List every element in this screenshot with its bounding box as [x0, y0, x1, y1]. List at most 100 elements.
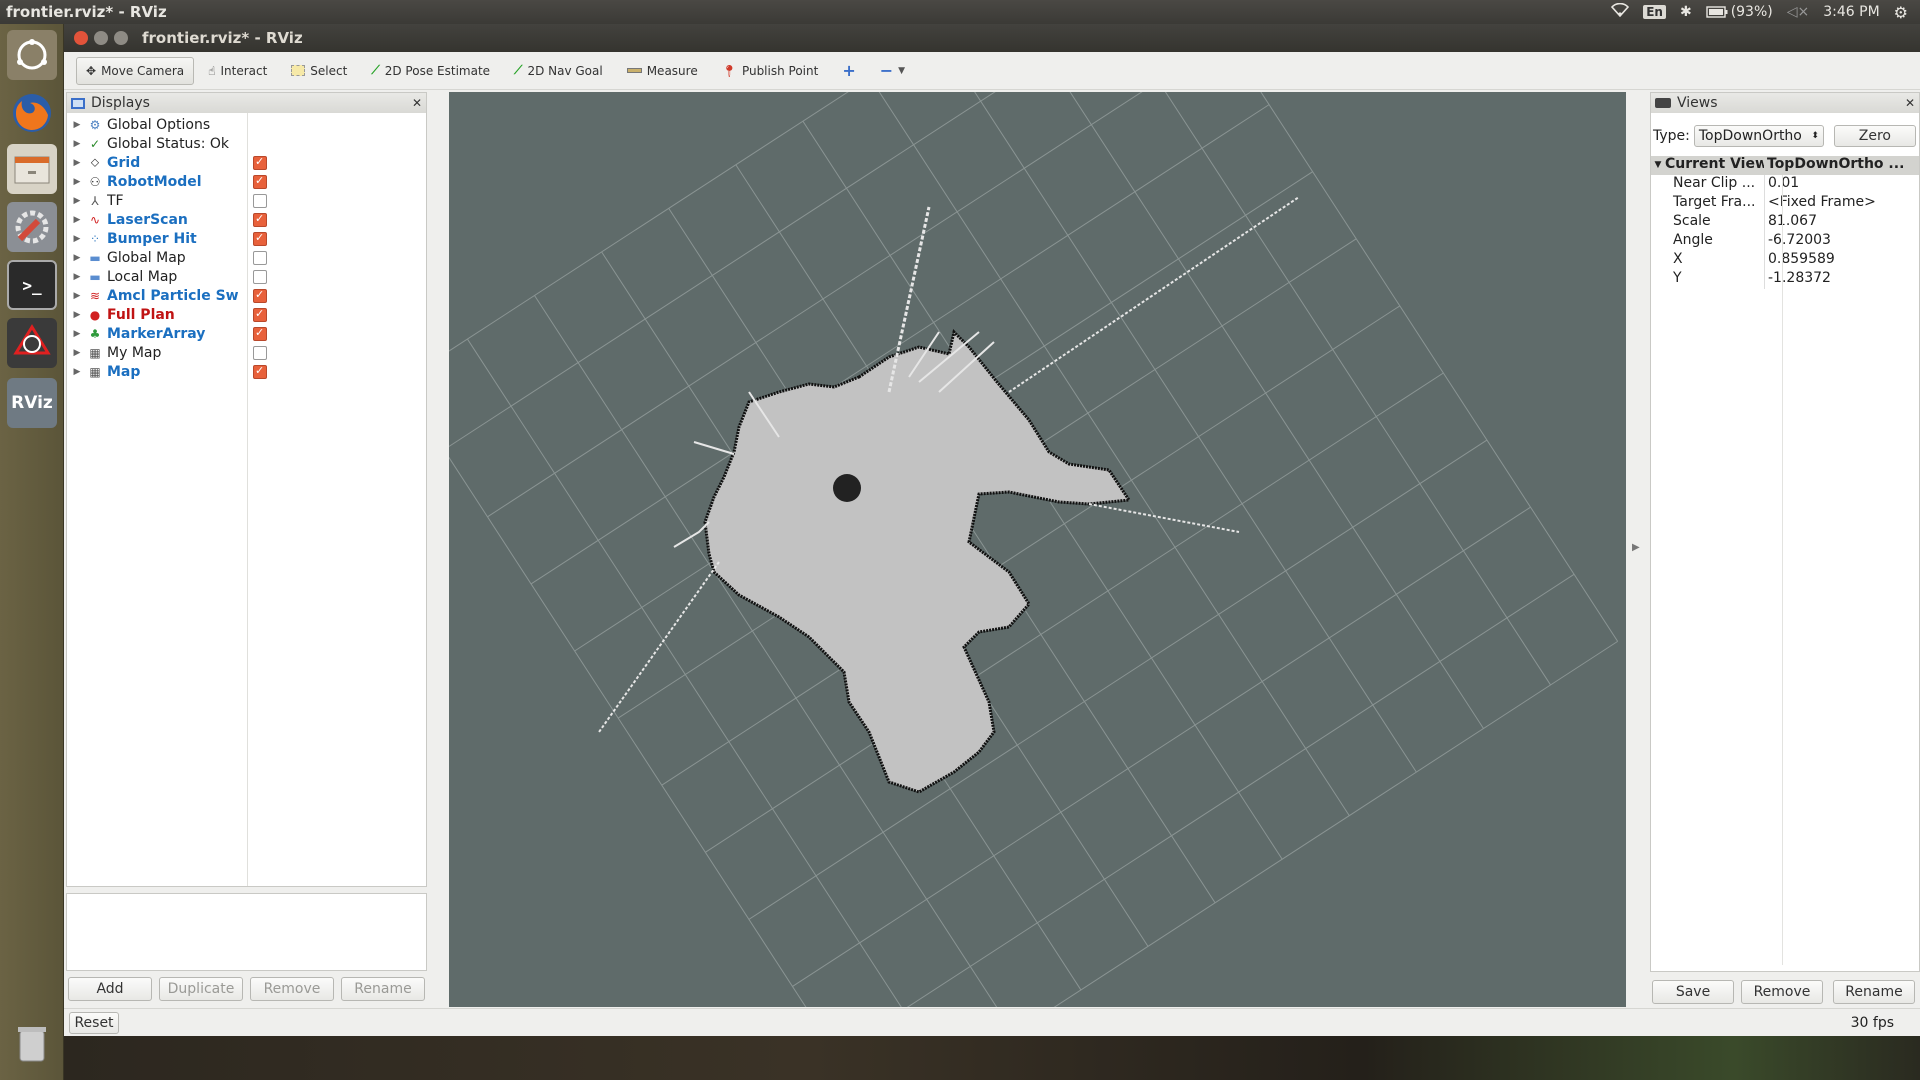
display-enable-checkbox[interactable]: [253, 270, 267, 284]
close-window-button[interactable]: [74, 31, 88, 45]
property-value[interactable]: -6.72003: [1764, 232, 1919, 251]
window-title: frontier.rviz* - RViz: [142, 29, 303, 47]
expand-arrow-icon[interactable]: ▶: [71, 215, 83, 225]
pose-estimate-tool[interactable]: ⟋ 2D Pose Estimate: [361, 56, 500, 85]
render-viewport[interactable]: ◀: [449, 92, 1626, 1007]
publish-point-tool[interactable]: 📍︎ Publish Point: [712, 57, 829, 85]
property-value[interactable]: -1.28372: [1764, 270, 1919, 289]
file-manager-icon[interactable]: [7, 144, 57, 194]
grid-line: [1260, 92, 1619, 642]
expand-arrow-icon[interactable]: ▶: [71, 158, 83, 168]
display-item-global-map[interactable]: ▶ ▬ Global Map: [67, 248, 426, 267]
wifi-icon[interactable]: [1611, 2, 1630, 21]
view-property-row[interactable]: Target Fra... <Fixed Frame>: [1651, 194, 1919, 213]
display-item-amcl-particle-sw[interactable]: ▶ ≋ Amcl Particle Sw...: [67, 286, 426, 305]
expand-arrow-icon[interactable]: ▼: [1651, 156, 1665, 175]
display-enable-checkbox[interactable]: [253, 155, 267, 170]
display-enable-checkbox[interactable]: [253, 326, 267, 341]
display-enable-checkbox[interactable]: [253, 364, 267, 379]
expand-arrow-icon[interactable]: ▶: [71, 348, 83, 358]
close-panel-icon[interactable]: ✕: [412, 96, 422, 110]
minimize-window-button[interactable]: [94, 31, 108, 45]
ros-app-icon[interactable]: [7, 318, 57, 368]
volume-muted-icon[interactable]: ◁×: [1787, 4, 1810, 20]
display-item-full-plan[interactable]: ▶ ● Full Plan: [67, 305, 426, 324]
display-item-global-options[interactable]: ▶ ⚙ Global Options: [67, 115, 426, 134]
property-value[interactable]: 81.067: [1764, 213, 1919, 232]
property-value[interactable]: <Fixed Frame>: [1764, 194, 1919, 213]
expand-arrow-icon[interactable]: ▶: [71, 139, 83, 149]
settings-gear-icon[interactable]: ⚙: [1894, 3, 1908, 22]
rename-display-button[interactable]: Rename: [341, 977, 425, 1001]
select-tool[interactable]: Select: [281, 57, 357, 85]
display-item-global-status-ok[interactable]: ▶ ✓ Global Status: Ok: [67, 134, 426, 153]
display-item-grid[interactable]: ▶ ⬦ Grid: [67, 153, 426, 172]
display-enable-checkbox[interactable]: [253, 174, 267, 189]
display-item-bumper-hit[interactable]: ▶ ⁘ Bumper Hit: [67, 229, 426, 248]
trash-icon[interactable]: [7, 1018, 57, 1068]
display-item-local-map[interactable]: ▶ ▬ Local Map: [67, 267, 426, 286]
right-collapse-arrow-icon[interactable]: ▶: [1632, 542, 1640, 553]
expand-arrow-icon[interactable]: ▶: [71, 329, 83, 339]
interact-tool[interactable]: ☝ Interact: [198, 57, 277, 85]
display-enable-checkbox[interactable]: [253, 251, 267, 265]
rename-view-button[interactable]: Rename: [1833, 980, 1915, 1004]
reset-button[interactable]: Reset: [69, 1012, 119, 1034]
expand-arrow-icon[interactable]: ▶: [71, 234, 83, 244]
expand-arrow-icon[interactable]: ▶: [71, 367, 83, 377]
remove-display-button[interactable]: Remove: [250, 977, 334, 1001]
display-enable-checkbox[interactable]: [253, 288, 267, 303]
maximize-window-button[interactable]: [114, 31, 128, 45]
display-item-markerarray[interactable]: ▶ ♣ MarkerArray: [67, 324, 426, 343]
display-item-tf[interactable]: ▶ ⅄ TF: [67, 191, 426, 210]
view-property-row[interactable]: X 0.859589: [1651, 251, 1919, 270]
view-property-row[interactable]: Near Clip ... 0.01: [1651, 175, 1919, 194]
remove-tool-button[interactable]: − ▼: [870, 54, 915, 87]
display-enable-checkbox[interactable]: [253, 346, 267, 360]
battery-indicator[interactable]: (93%): [1705, 4, 1773, 20]
close-panel-icon[interactable]: ✕: [1905, 96, 1915, 110]
display-item-laserscan[interactable]: ▶ ∿ LaserScan: [67, 210, 426, 229]
zero-view-button[interactable]: Zero: [1833, 125, 1916, 147]
save-view-button[interactable]: Save: [1652, 980, 1734, 1004]
expand-arrow-icon[interactable]: ▶: [71, 253, 83, 263]
clock[interactable]: 3:46 PM: [1823, 4, 1879, 20]
firefox-icon[interactable]: [7, 88, 57, 138]
bluetooth-icon[interactable]: ✱: [1680, 4, 1692, 20]
view-property-row[interactable]: Y -1.28372: [1651, 270, 1919, 289]
expand-arrow-icon[interactable]: ▶: [71, 272, 83, 282]
expand-arrow-icon[interactable]: ▶: [71, 291, 83, 301]
display-enable-checkbox[interactable]: [253, 231, 267, 246]
display-enable-checkbox[interactable]: [253, 194, 267, 208]
display-item-robotmodel[interactable]: ▶ ⚇ RobotModel: [67, 172, 426, 191]
remove-view-button[interactable]: Remove: [1741, 980, 1823, 1004]
add-display-button[interactable]: Add: [68, 977, 152, 1001]
expand-arrow-icon[interactable]: ▶: [71, 310, 83, 320]
display-item-my-map[interactable]: ▶ ▦ My Map: [67, 343, 426, 362]
property-value[interactable]: 0.859589: [1764, 251, 1919, 270]
expand-arrow-icon[interactable]: ▶: [71, 196, 83, 206]
system-settings-icon[interactable]: [7, 202, 57, 252]
move-camera-tool[interactable]: ✥ Move Camera: [76, 56, 195, 85]
display-enable-checkbox[interactable]: [253, 307, 267, 322]
expand-arrow-icon[interactable]: ▶: [71, 177, 83, 187]
display-item-label: TF: [107, 192, 124, 209]
display-enable-checkbox[interactable]: [253, 212, 267, 227]
dash-home-icon[interactable]: [7, 30, 57, 80]
nav-goal-tool[interactable]: ⟋ 2D Nav Goal: [504, 56, 613, 85]
map-render: [449, 92, 1619, 1007]
measure-tool[interactable]: Measure: [617, 57, 708, 85]
points-icon: ⁘: [89, 231, 101, 246]
duplicate-display-button[interactable]: Duplicate: [159, 977, 243, 1001]
view-property-row[interactable]: Scale 81.067: [1651, 213, 1919, 232]
view-type-select[interactable]: TopDownOrtho ⬍: [1693, 125, 1824, 147]
add-tool-button[interactable]: +: [832, 54, 865, 87]
property-value[interactable]: 0.01: [1764, 175, 1919, 194]
terminal-icon[interactable]: >_: [7, 260, 57, 310]
rviz-icon[interactable]: RViz: [7, 378, 57, 428]
grid-line: [1069, 92, 1484, 729]
keyboard-layout[interactable]: En: [1643, 5, 1666, 19]
display-item-map[interactable]: ▶ ▦ Map: [67, 362, 426, 381]
view-property-row[interactable]: Angle -6.72003: [1651, 232, 1919, 251]
expand-arrow-icon[interactable]: ▶: [71, 120, 83, 130]
